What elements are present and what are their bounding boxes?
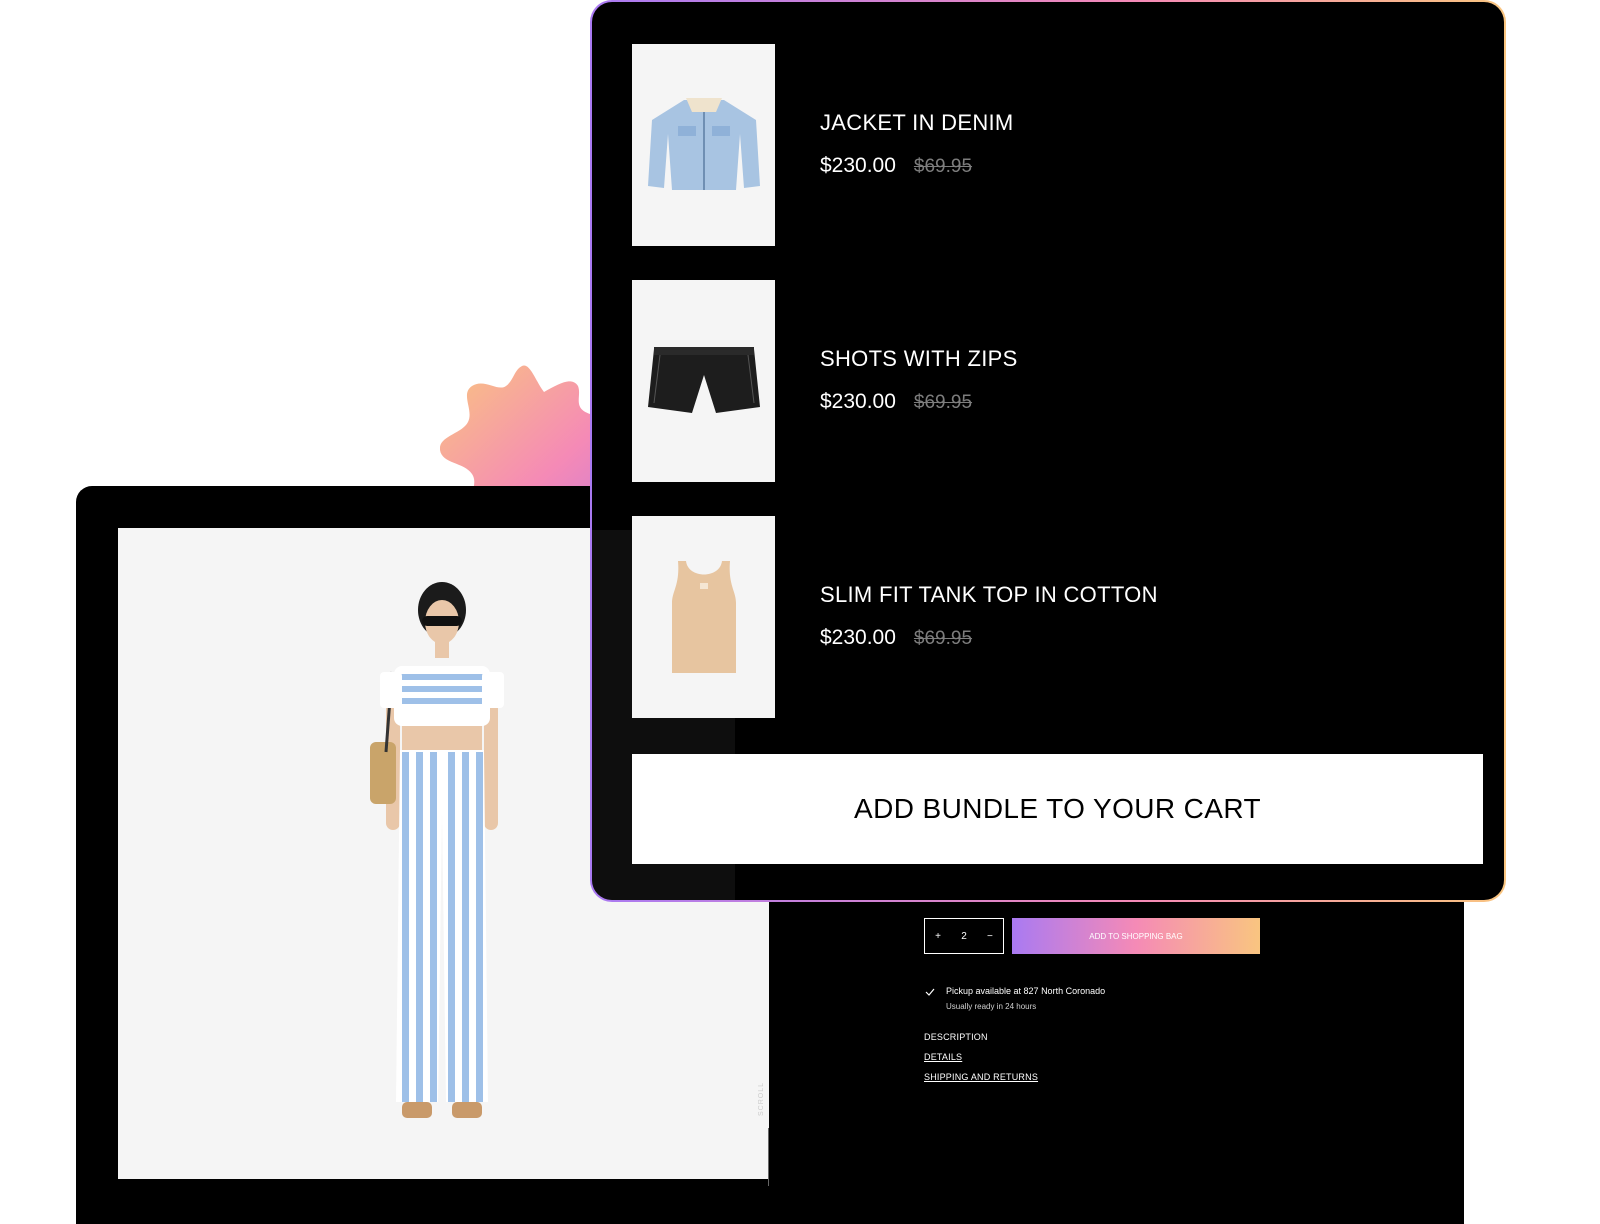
quantity-decrease-button[interactable]: − [987,931,993,942]
bundle-item-price: $230.00 [820,154,896,177]
bundle-item-name: JACKET IN DENIM [820,110,1014,135]
bundle-panel: JACKET IN DENIM $230.00 $69.95 SHOTS WIT… [592,2,1504,900]
shipping-returns-link[interactable]: SHIPPING AND RETURNS [924,1072,1038,1082]
details-link[interactable]: DETAILS [924,1052,1038,1062]
bundle-item-name: SHOTS WITH ZIPS [820,346,1018,371]
tank-top-icon [671,561,736,673]
add-bundle-to-cart-button[interactable]: ADD BUNDLE TO YOUR CART [632,754,1483,864]
add-to-bag-button[interactable]: ADD TO SHOPPING BAG [1012,918,1260,954]
bundle-item-image [632,280,775,482]
quantity-increase-button[interactable]: + [935,931,941,942]
description-link[interactable]: DESCRIPTION [924,1032,1038,1042]
bundle-item-old-price: $69.95 [913,392,973,413]
bundle-item-old-price: $69.95 [913,156,973,177]
pickup-info: Pickup available at 827 North Coronado U… [924,984,1105,1014]
bundle-item-price: $230.00 [820,626,896,649]
product-links: DESCRIPTION DETAILS SHIPPING AND RETURNS [924,1032,1038,1082]
bundle-item[interactable]: SLIM FIT TANK TOP IN COTTON $230.00 $69.… [632,516,1488,718]
bundle-item-prices: $230.00 $69.95 [820,626,972,650]
scroll-indicator[interactable]: SCROLL [758,1082,776,1186]
denim-jacket-icon [647,98,760,190]
scroll-line [768,1128,769,1186]
bundle-item[interactable]: JACKET IN DENIM $230.00 $69.95 [632,44,1488,246]
pickup-location: Pickup available at 827 North Coronado [946,986,1106,996]
bundle-item-price: $230.00 [820,390,896,413]
bundle-item-image [632,516,775,718]
buy-row: + 2 − ADD TO SHOPPING BAG [924,918,1260,954]
bundle-item-old-price: $69.95 [913,628,973,649]
bundle-item[interactable]: SHOTS WITH ZIPS $230.00 $69.95 [632,280,1488,482]
shorts-icon [647,347,760,413]
model-figure-icon [370,582,504,1118]
quantity-value: 2 [961,930,967,942]
bundle-item-prices: $230.00 $69.95 [820,390,972,414]
scroll-label: SCROLL [758,1081,765,1116]
bundle-panel-border: JACKET IN DENIM $230.00 $69.95 SHOTS WIT… [590,0,1506,902]
bundle-item-prices: $230.00 $69.95 [820,154,972,178]
bundle-item-image [632,44,775,246]
check-icon [925,988,935,996]
pickup-ready-time: Usually ready in 24 hours [946,1002,1037,1011]
quantity-stepper[interactable]: + 2 − [924,918,1004,954]
bundle-item-name: SLIM FIT TANK TOP IN COTTON [820,582,1158,607]
